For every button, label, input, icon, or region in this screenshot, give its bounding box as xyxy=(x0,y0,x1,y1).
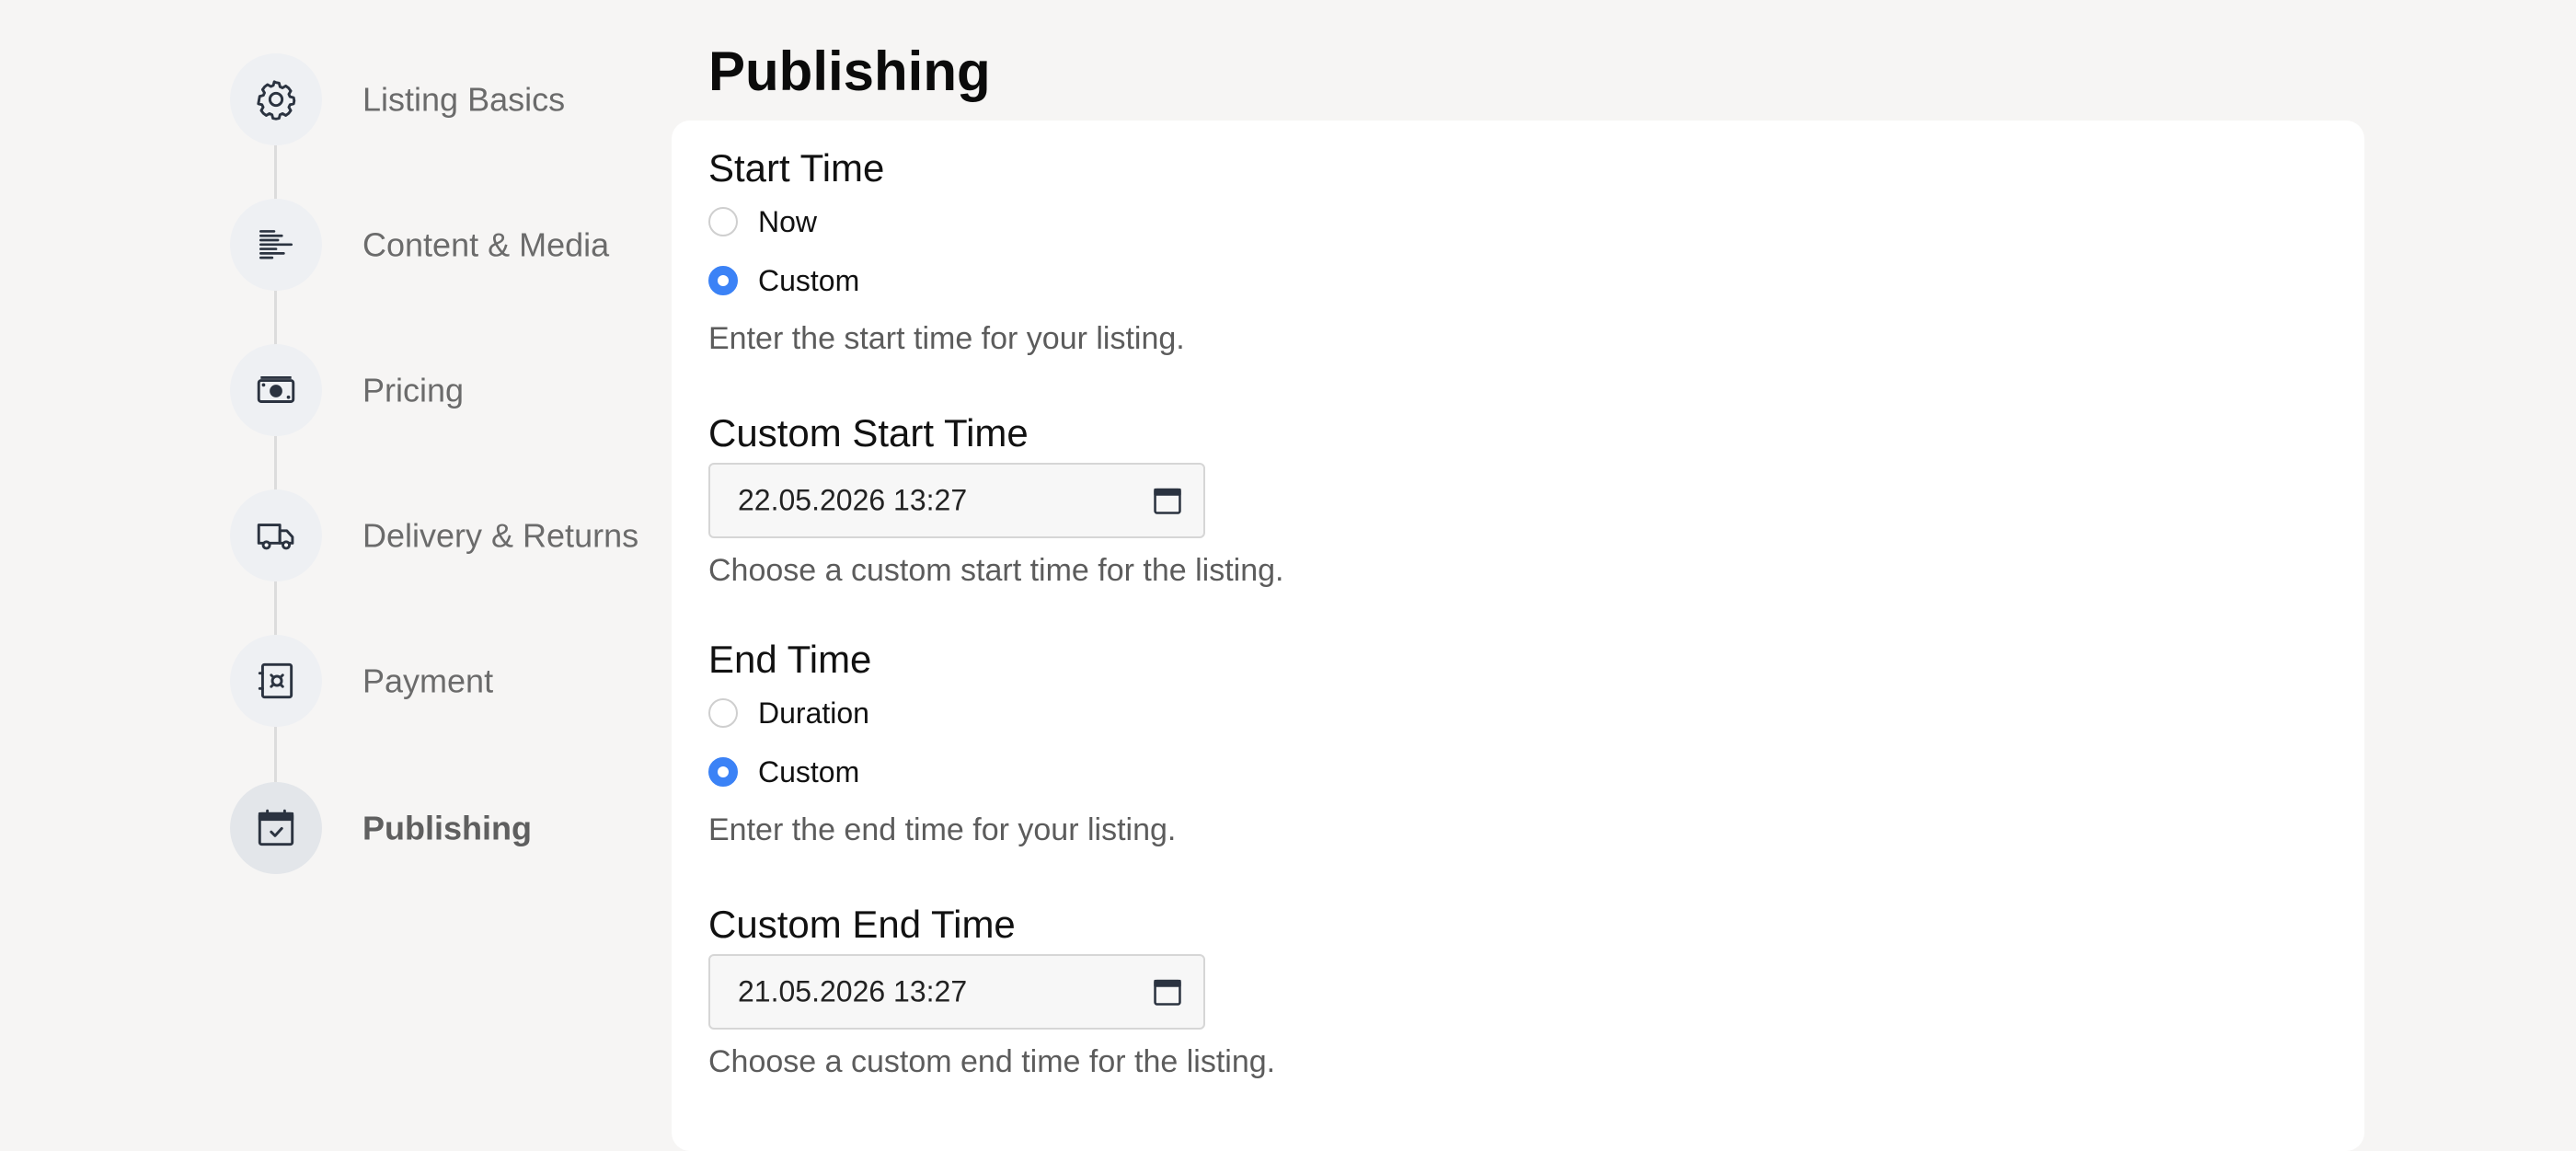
step-navigation: Listing Basics Content & Media Pricing D… xyxy=(230,0,653,1106)
calendar-icon[interactable] xyxy=(1150,974,1185,1009)
step-label[interactable]: Pricing xyxy=(362,371,648,410)
text-lines-icon xyxy=(259,230,293,259)
radio-label[interactable]: Custom xyxy=(758,754,859,790)
step-delivery-returns[interactable]: Delivery & Returns xyxy=(230,489,653,581)
radio-label[interactable]: Custom xyxy=(758,262,859,299)
custom-end-time-value[interactable]: 21.05.2026 13:27 xyxy=(738,975,967,1009)
step-pricing[interactable]: Pricing xyxy=(230,344,653,436)
step-payment[interactable]: Payment xyxy=(230,635,653,727)
start-time-option-now[interactable]: Now xyxy=(708,192,1185,251)
radio-button[interactable] xyxy=(708,698,738,728)
end-time-option-custom[interactable]: Custom xyxy=(708,742,1176,801)
end-time-label: End Time xyxy=(708,638,872,681)
custom-start-time-input[interactable]: 22.05.2026 13:27 xyxy=(708,463,1205,538)
radio-button-selected[interactable] xyxy=(708,757,738,787)
step-listing-basics[interactable]: Listing Basics xyxy=(230,53,653,145)
custom-end-time-field: Custom End Time 21.05.2026 13:27 Choose … xyxy=(708,901,1275,1081)
custom-start-time-help: Choose a custom start time for the listi… xyxy=(708,553,1284,588)
custom-start-time-field: Custom Start Time 22.05.2026 13:27 Choos… xyxy=(708,409,1283,590)
step-connector xyxy=(274,581,277,637)
radio-button[interactable] xyxy=(708,207,738,236)
start-time-label: Start Time xyxy=(708,146,885,190)
gear-icon xyxy=(257,80,296,121)
start-time-field: Start Time Now Custom Enter the start ti… xyxy=(708,144,1185,358)
step-connector xyxy=(274,291,277,346)
truck-icon xyxy=(257,524,294,550)
calendar-check-icon xyxy=(258,809,294,846)
banknote-icon xyxy=(257,376,295,403)
step-connector xyxy=(274,436,277,491)
step-publishing[interactable]: Publishing xyxy=(230,782,653,874)
end-time-field: End Time Duration Custom Enter the end t… xyxy=(708,636,1176,849)
custom-start-time-value[interactable]: 22.05.2026 13:27 xyxy=(738,484,967,518)
end-time-option-duration[interactable]: Duration xyxy=(708,684,1176,742)
step-circle[interactable] xyxy=(230,782,322,874)
radio-label[interactable]: Now xyxy=(758,203,817,240)
custom-end-time-input[interactable]: 21.05.2026 13:27 xyxy=(708,954,1205,1030)
step-label[interactable]: Publishing xyxy=(362,809,648,848)
step-label[interactable]: Content & Media xyxy=(362,225,648,265)
step-circle[interactable] xyxy=(230,199,322,291)
step-circle[interactable] xyxy=(230,53,322,145)
page-title: Publishing xyxy=(708,40,991,102)
step-label[interactable]: Payment xyxy=(362,662,648,701)
start-time-help: Enter the start time for your listing. xyxy=(708,321,1185,356)
start-time-option-custom[interactable]: Custom xyxy=(708,251,1185,310)
step-content-media[interactable]: Content & Media xyxy=(230,199,653,291)
end-time-help: Enter the end time for your listing. xyxy=(708,812,1177,847)
step-circle[interactable] xyxy=(230,635,322,727)
step-label[interactable]: Listing Basics xyxy=(362,80,648,120)
custom-end-time-help: Choose a custom end time for the listing… xyxy=(708,1044,1276,1079)
step-circle[interactable] xyxy=(230,344,322,436)
safe-icon xyxy=(258,662,293,699)
custom-start-time-label: Custom Start Time xyxy=(708,411,1029,455)
custom-end-time-label: Custom End Time xyxy=(708,903,1016,946)
step-connector xyxy=(274,727,277,782)
step-circle[interactable] xyxy=(230,489,322,581)
step-label[interactable]: Delivery & Returns xyxy=(362,516,648,556)
radio-label[interactable]: Duration xyxy=(758,695,869,731)
publishing-form-card: Start Time Now Custom Enter the start ti… xyxy=(672,121,2364,1151)
radio-button-selected[interactable] xyxy=(708,266,738,295)
step-connector xyxy=(274,145,277,201)
calendar-icon[interactable] xyxy=(1150,483,1185,518)
